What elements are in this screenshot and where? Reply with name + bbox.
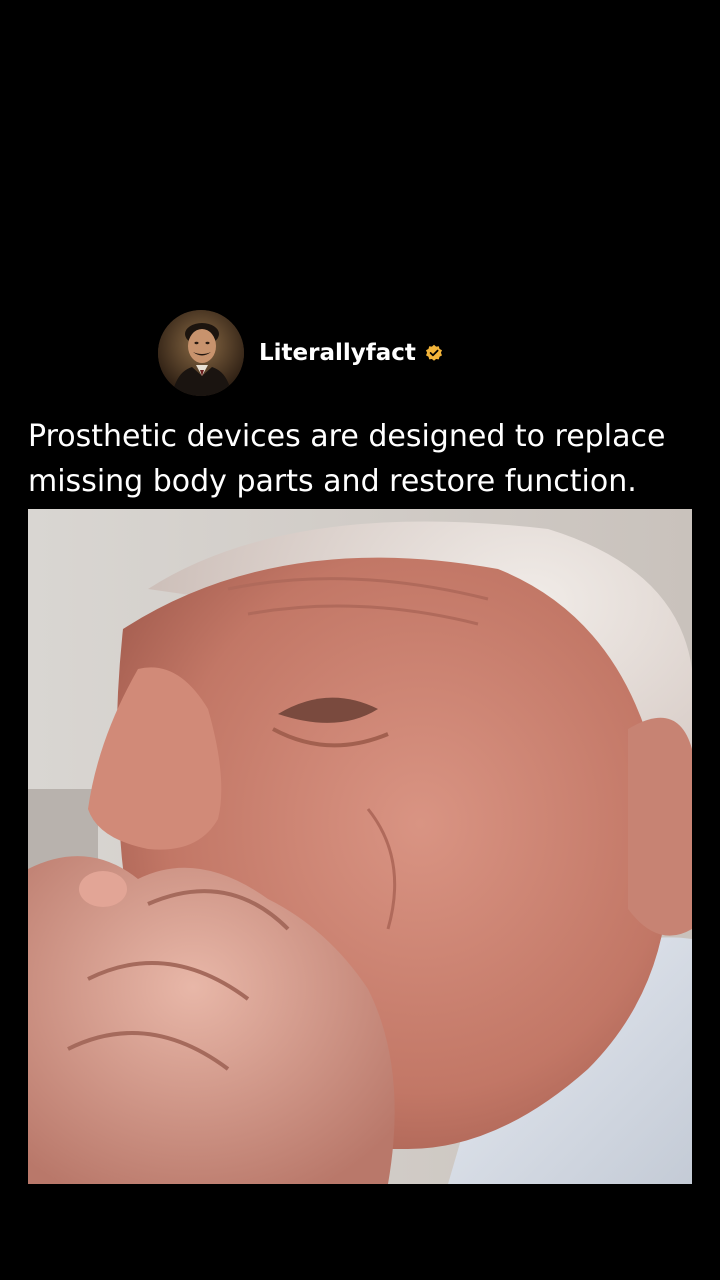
video-frame-image	[28, 509, 692, 1184]
portrait-icon	[158, 310, 244, 396]
verified-badge-icon	[425, 344, 443, 362]
post-caption: Prosthetic devices are designed to repla…	[28, 419, 666, 499]
username[interactable]: Literallyfact	[259, 340, 416, 366]
post-card: Literallyfact Prosthetic devices are des…	[0, 0, 720, 1280]
post-header: Literallyfact	[158, 309, 443, 397]
avatar[interactable]	[158, 310, 244, 396]
username-row[interactable]: Literallyfact	[259, 340, 443, 366]
post-video[interactable]	[28, 509, 692, 1184]
